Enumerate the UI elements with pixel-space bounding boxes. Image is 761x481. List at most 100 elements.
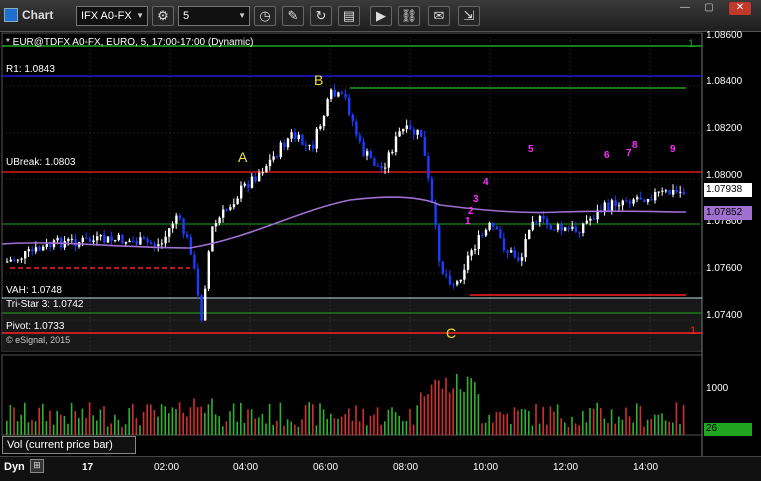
candle-body (182, 218, 185, 235)
candle-body (20, 258, 23, 260)
wave-label-c: C (446, 325, 457, 341)
volume-bar (204, 412, 206, 435)
chart-header: * EUR@TDFX A0-FX, EURO, 5, 17:00-17:00 (… (6, 37, 254, 48)
price-tick: 1.08400 (706, 76, 743, 87)
volume-bar (312, 404, 314, 435)
candle-body (56, 237, 59, 241)
volume-bar (466, 376, 469, 435)
candle-body (232, 204, 236, 208)
candle-body (45, 244, 48, 247)
last-price-badge: 1.07938 (704, 183, 752, 197)
candle-body (301, 134, 304, 145)
volume-bar (445, 377, 447, 435)
candle-body (463, 269, 466, 280)
volume-bar (546, 424, 548, 435)
volume-bar (337, 418, 339, 435)
volume-bar (63, 416, 66, 435)
candle-body (582, 223, 585, 233)
candle-body (646, 199, 650, 202)
volume-bar (355, 405, 357, 435)
candle-body (405, 125, 408, 130)
candle-body (175, 215, 178, 224)
candle-body (214, 223, 218, 227)
volume-bar (474, 382, 476, 435)
candle-body (150, 242, 153, 245)
candle-body (538, 216, 542, 222)
candle-body (384, 167, 387, 169)
setup-count: 1 (465, 216, 471, 227)
dynamic-mode-label[interactable]: Dyn (4, 461, 25, 473)
candle-body (124, 242, 128, 244)
candle-body (639, 197, 642, 200)
volume-bar (124, 424, 127, 435)
candle-body (607, 202, 610, 211)
volume-bar (506, 413, 508, 435)
volume-bar (636, 403, 638, 435)
candle-body (380, 166, 383, 169)
candle-body (13, 259, 16, 261)
candle-body (157, 244, 160, 247)
candle-body (283, 142, 286, 148)
candle-body (171, 223, 174, 229)
r1-label: R1: 1.0843 (6, 64, 55, 75)
candle-body (668, 190, 671, 195)
candle-body (229, 207, 232, 210)
volume-bar (229, 411, 231, 435)
volume-bar (481, 423, 483, 435)
candle-body (672, 190, 675, 195)
volume-bar (254, 418, 256, 435)
volume-bar (610, 409, 613, 435)
pivot-label: Pivot: 1.0733 (6, 321, 65, 332)
volume-bar (682, 404, 685, 435)
candle-body (117, 234, 120, 241)
candle-body (96, 236, 99, 241)
candle-body (643, 199, 646, 202)
candle-body (279, 142, 282, 158)
volume-bar (261, 413, 264, 435)
candle-body (337, 92, 340, 97)
volume-bar (585, 422, 588, 435)
volume-bar (78, 418, 80, 435)
volume-bar (675, 402, 678, 435)
volume-bar (405, 420, 408, 435)
volume-bar (628, 416, 631, 435)
volume-bar (132, 403, 134, 435)
setup-count: 3 (473, 194, 479, 205)
candle-body (139, 237, 142, 245)
volume-bar (650, 419, 652, 435)
setup-count: 5 (528, 144, 534, 155)
time-tick: 12:00 (553, 462, 579, 473)
volume-bar (376, 407, 379, 435)
volume-bar (157, 416, 159, 435)
candle-body (499, 229, 502, 239)
candle-body (362, 141, 365, 156)
candle-body (682, 191, 686, 195)
candle-body (567, 227, 570, 229)
value-area-shade (2, 298, 702, 351)
volume-bar (121, 426, 123, 435)
candle-body (27, 249, 30, 252)
candle-body (330, 89, 333, 100)
volume-bar (283, 425, 285, 435)
candle-body (34, 247, 38, 252)
volume-bar (672, 422, 674, 435)
lock-icon[interactable]: ⊞ (30, 459, 44, 473)
volume-bar (589, 407, 591, 435)
volume-bar (232, 403, 235, 435)
volume-bar (621, 419, 624, 435)
volume-bar (387, 409, 390, 435)
candle-body (16, 259, 20, 261)
candle-body (128, 240, 131, 243)
volume-bar (279, 402, 282, 435)
candle-body (319, 126, 322, 129)
setup-count: 4 (483, 177, 489, 188)
volume-bar (186, 416, 188, 435)
volume-bar (618, 416, 620, 435)
candle-body (290, 132, 293, 139)
volume-bar (150, 404, 152, 435)
candle-body (502, 238, 506, 251)
price-chart[interactable]: 123456 78 9 (0, 0, 761, 481)
volume-bar (441, 388, 444, 435)
volume-bar (272, 424, 274, 435)
candle-body (366, 151, 369, 156)
